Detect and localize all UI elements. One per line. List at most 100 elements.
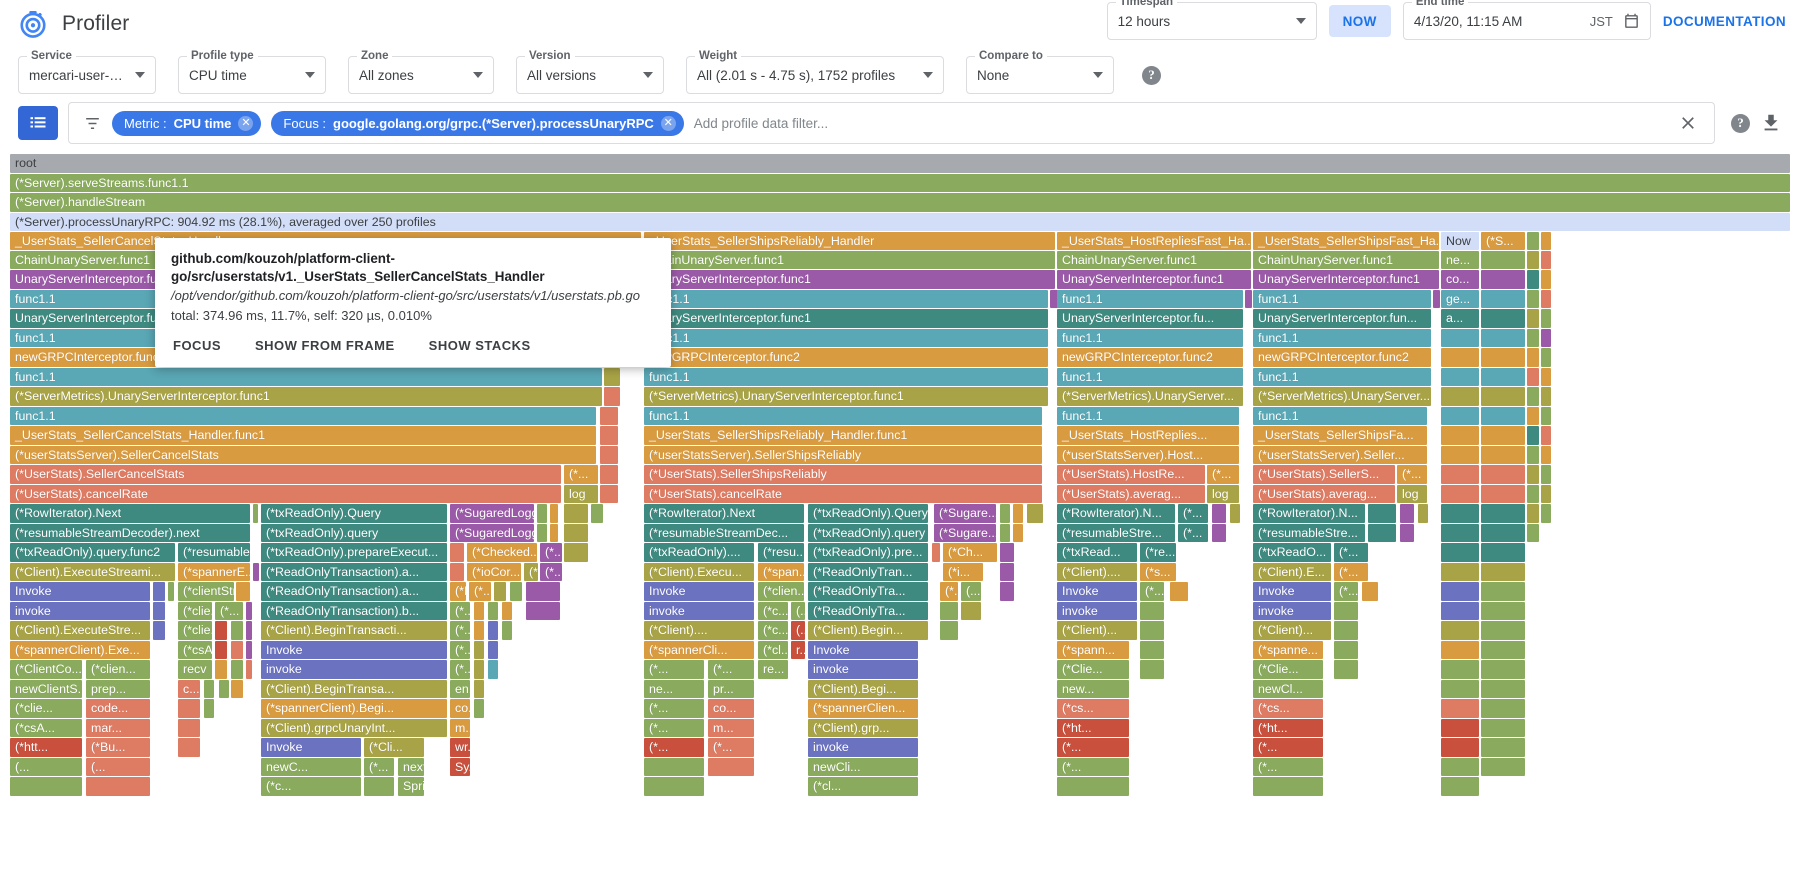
flame-frame[interactable]	[86, 777, 150, 796]
flame-frame[interactable]: ne...	[644, 679, 704, 699]
flame-frame[interactable]	[1541, 328, 1551, 348]
flame-frame[interactable]	[1441, 367, 1479, 387]
flame-frame[interactable]: (*Client).grpcUnaryInt...	[261, 718, 447, 738]
flame-frame[interactable]: (*txReadOnly).pre...	[808, 543, 928, 562]
download-icon[interactable]	[1760, 112, 1782, 134]
flame-frame[interactable]: invoke	[1253, 601, 1331, 621]
flame-frame[interactable]: (*txReadOnly)....	[644, 543, 754, 562]
flame-frame[interactable]	[1441, 328, 1479, 348]
flame-frame[interactable]	[1441, 484, 1479, 504]
flame-frame[interactable]	[1441, 348, 1479, 367]
flame-frame[interactable]: (*UserStats).averag...	[1253, 484, 1395, 504]
focus-button[interactable]: FOCUS	[173, 338, 221, 353]
flame-frame[interactable]	[1481, 484, 1525, 504]
flame-frame[interactable]: log	[1207, 484, 1239, 504]
flame-frame[interactable]: (*userStatsServer).Host...	[1057, 445, 1239, 465]
flame-frame[interactable]	[1334, 601, 1358, 621]
flame-frame[interactable]: (*...	[1207, 465, 1239, 484]
flame-frame[interactable]: (*SugaredLogge...	[450, 523, 534, 543]
flame-frame[interactable]: (*resumableStre...	[1253, 523, 1365, 543]
flame-frame[interactable]	[1140, 660, 1164, 679]
flame-frame[interactable]: (*c...	[758, 621, 788, 640]
flame-frame[interactable]	[1481, 270, 1525, 289]
flame-frame[interactable]	[1441, 640, 1479, 660]
flame-frame[interactable]	[1481, 250, 1525, 270]
flame-frame[interactable]	[1481, 582, 1525, 601]
flame-frame[interactable]	[932, 543, 940, 562]
flame-frame[interactable]	[1541, 406, 1551, 426]
flame-frame[interactable]: (*...	[940, 582, 958, 601]
flame-frame[interactable]	[488, 601, 498, 621]
show-stacks-button[interactable]: SHOW STACKS	[429, 338, 531, 353]
flame-frame[interactable]	[494, 582, 506, 601]
flame-frame[interactable]	[153, 582, 165, 601]
flame-frame[interactable]: (*UserStats).cancelRate	[644, 484, 1042, 504]
flame-frame[interactable]: (*...	[644, 660, 704, 679]
flame-frame[interactable]: func1.1	[644, 367, 1048, 387]
flame-frame[interactable]: (*...	[450, 621, 470, 640]
flame-frame[interactable]	[474, 601, 484, 621]
flame-frame[interactable]	[1057, 777, 1129, 796]
flame-frame[interactable]	[231, 621, 243, 640]
flame-frame[interactable]	[215, 640, 227, 660]
flame-frame[interactable]: a...	[1441, 309, 1479, 328]
flame-frame[interactable]: (*Bu...	[86, 738, 150, 757]
flame-frame[interactable]: (*ReadOnlyTransaction).a...	[261, 562, 447, 582]
flame-frame[interactable]	[1441, 562, 1479, 582]
flame-frame[interactable]: Sy...	[450, 757, 470, 777]
show-from-frame-button[interactable]: SHOW FROM FRAME	[255, 338, 395, 353]
flame-frame[interactable]	[1527, 328, 1539, 348]
flame-frame[interactable]: (*spann...	[1057, 640, 1129, 660]
flame-frame[interactable]: _UserStats_HostReplies...	[1057, 426, 1239, 445]
flame-frame[interactable]: func1.1	[1057, 406, 1239, 426]
flame-frame[interactable]: invoke	[1057, 601, 1137, 621]
flame-frame[interactable]	[940, 621, 958, 640]
flame-frame[interactable]	[1441, 406, 1479, 426]
flame-frame[interactable]: (*Server).handleStream	[10, 193, 1790, 212]
flame-frame[interactable]: ge...	[1441, 289, 1479, 309]
filter-help-icon[interactable]: ?	[1731, 113, 1750, 133]
flame-frame[interactable]	[526, 601, 560, 621]
flame-frame[interactable]: prep...	[86, 679, 150, 699]
flame-frame[interactable]	[1481, 387, 1525, 406]
flame-frame[interactable]: newGRPCInterceptor.func2	[1253, 348, 1431, 367]
flame-frame[interactable]: (*Checked...	[467, 543, 537, 562]
flame-frame[interactable]: (*span...	[758, 562, 804, 582]
flame-frame[interactable]: (*ServerMetrics).UnaryServer...	[1253, 387, 1431, 406]
flame-frame[interactable]: (*Client).BeginTransa...	[261, 679, 447, 699]
flame-frame[interactable]: (*ServerMetrics).UnaryServer...	[1057, 387, 1243, 406]
flame-frame[interactable]: (*Client)....	[644, 621, 754, 640]
flame-frame[interactable]: Invoke	[808, 640, 918, 660]
flame-frame[interactable]	[1527, 367, 1539, 387]
flame-frame[interactable]: (*ServerMetrics).UnaryServerInterceptor.…	[644, 387, 1048, 406]
flame-frame[interactable]	[1000, 582, 1014, 601]
flame-frame[interactable]	[600, 406, 618, 426]
flame-frame[interactable]	[1527, 231, 1539, 251]
flame-frame[interactable]	[1481, 309, 1525, 328]
flame-frame[interactable]: UnaryServerInterceptor.func1	[644, 270, 1055, 289]
flame-frame[interactable]	[1527, 387, 1539, 406]
flame-frame[interactable]: func1.1	[1057, 367, 1243, 387]
flame-frame[interactable]	[502, 621, 512, 640]
flame-frame[interactable]: (*spannerClient).Exe...	[10, 640, 150, 660]
flame-frame[interactable]	[708, 757, 754, 777]
flame-frame[interactable]	[204, 679, 214, 699]
flame-frame[interactable]: (*UserStats).HostRe...	[1057, 465, 1205, 484]
flame-frame[interactable]: (*csA...	[178, 640, 212, 660]
flame-frame[interactable]: (*Client).Begin...	[808, 621, 928, 640]
flame-frame[interactable]: (*Client).ExecuteStre...	[10, 621, 150, 640]
flame-frame[interactable]: (*...	[1334, 562, 1368, 582]
flame-frame[interactable]	[600, 426, 618, 445]
flame-frame[interactable]	[1140, 621, 1164, 640]
flame-frame[interactable]	[940, 601, 958, 621]
flame-frame[interactable]	[204, 699, 214, 718]
flame-frame[interactable]	[1541, 231, 1551, 251]
flame-frame[interactable]	[1527, 250, 1539, 270]
flame-frame[interactable]	[1541, 289, 1551, 309]
flame-frame[interactable]	[236, 582, 250, 601]
flame-frame[interactable]: (*ReadOnlyTra...	[808, 601, 928, 621]
flame-frame[interactable]	[488, 621, 498, 640]
flame-frame[interactable]: (*clien...	[86, 660, 150, 679]
flame-frame[interactable]: (*...	[1178, 523, 1208, 543]
flame-frame[interactable]	[231, 679, 243, 699]
